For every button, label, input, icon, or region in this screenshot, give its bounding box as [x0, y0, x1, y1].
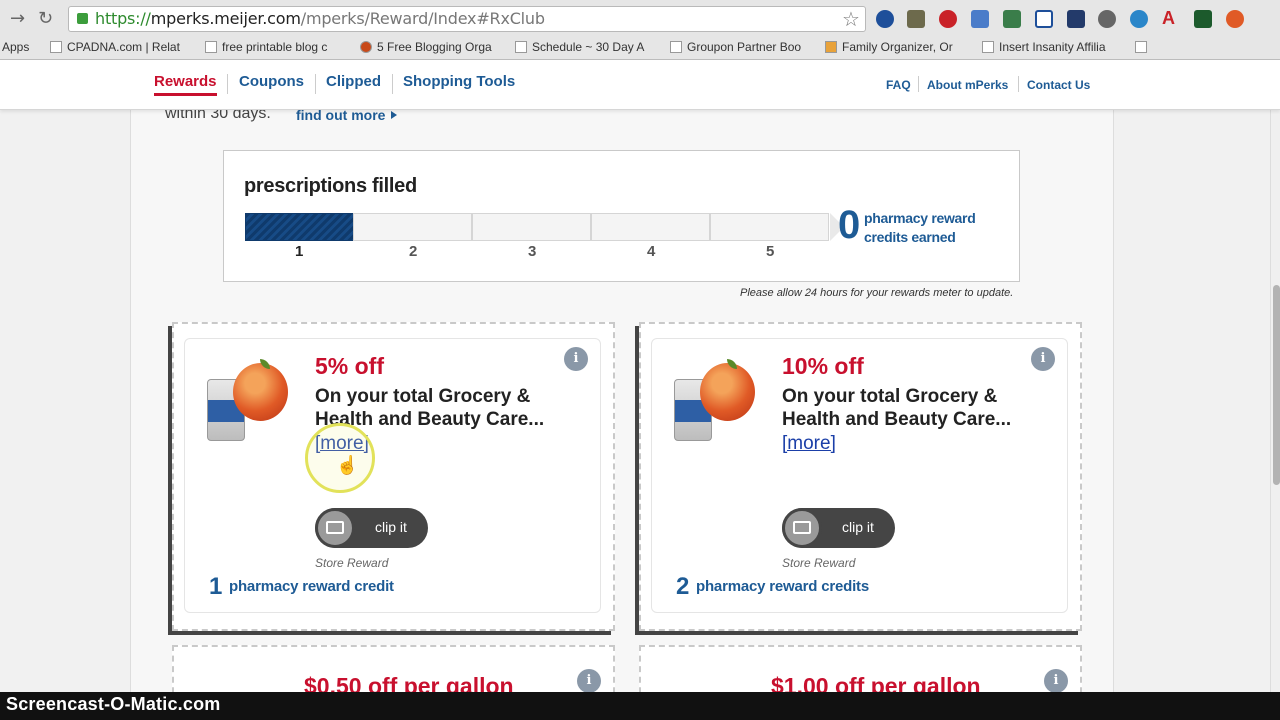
meter-step-label: 4	[647, 243, 656, 260]
faq-link[interactable]: FAQ	[886, 78, 911, 92]
page-icon	[515, 41, 527, 53]
coupon-title: 10% off	[782, 353, 864, 379]
credit-label: pharmacy reward credits	[696, 578, 869, 595]
credit-label: pharmacy reward credit	[229, 578, 394, 595]
meter-segment	[472, 213, 591, 241]
card-icon	[326, 521, 344, 534]
extension-icon[interactable]	[1067, 10, 1085, 28]
extension-icon[interactable]	[1130, 10, 1148, 28]
about-mperks-link[interactable]: About mPerks	[927, 78, 1008, 92]
meter-step-label: 2	[409, 243, 418, 260]
bookmark-item[interactable]	[1135, 40, 1152, 54]
favicon-icon	[205, 41, 217, 53]
more-link[interactable]: [more]	[782, 433, 836, 455]
tab-rewards[interactable]: Rewards	[154, 73, 217, 96]
meter-update-note: Please allow 24 hours for your rewards m…	[740, 287, 1014, 299]
font-extension-icon[interactable]: A	[1162, 8, 1180, 28]
hand-cursor-icon: ☝	[336, 455, 359, 475]
bookmark-item[interactable]: CPADNA.com | Relat	[50, 40, 180, 54]
favicon-icon	[50, 41, 62, 53]
credit-count: 1	[209, 573, 223, 600]
coupon-title: 5% off	[315, 353, 384, 379]
info-icon[interactable]: i	[1031, 347, 1055, 371]
extension-icon[interactable]	[1003, 10, 1021, 28]
meter-segment	[710, 213, 829, 241]
bookmark-item[interactable]: 5 Free Blogging Orga	[360, 40, 492, 54]
product-image	[205, 359, 290, 444]
page-icon	[982, 41, 994, 53]
meter-step-label: 5	[766, 243, 775, 260]
scrollbar[interactable]	[1270, 60, 1280, 720]
tab-shopping-tools[interactable]: Shopping Tools	[403, 73, 515, 90]
url-bar[interactable]: https://mperks.meijer.com/mperks/Reward/…	[68, 6, 866, 32]
link-divider	[918, 76, 919, 92]
lock-icon	[77, 13, 88, 24]
clip-it-button[interactable]: clip it	[782, 508, 895, 548]
tab-divider	[227, 74, 228, 94]
info-icon[interactable]: i	[1044, 669, 1068, 693]
bookmark-item[interactable]: Family Organizer, Or	[825, 40, 953, 54]
store-reward-label: Store Reward	[782, 556, 856, 570]
page-icon	[670, 41, 682, 53]
progress-meter	[245, 213, 844, 241]
checkbox-extension-icon[interactable]	[1035, 10, 1053, 28]
watermark-bar: Screencast-O-Matic.com	[0, 692, 1280, 720]
meter-step-label: 3	[528, 243, 537, 260]
bookmark-item[interactable]: Insert Insanity Affilia	[982, 40, 1106, 54]
favicon-icon	[360, 41, 372, 53]
card-icon	[793, 521, 811, 534]
stumbleupon-icon[interactable]	[1226, 10, 1244, 28]
browser-toolbar: → ↻ https://mperks.meijer.com/mperks/Rew…	[0, 0, 1280, 36]
info-icon[interactable]: i	[577, 669, 601, 693]
meter-step-label: 1	[295, 243, 304, 260]
clip-it-button[interactable]: clip it	[315, 508, 428, 548]
tab-divider	[315, 74, 316, 94]
rewards-meter: prescriptions filled 1 2 3 4 5 0 pharmac…	[223, 150, 1020, 282]
pinterest-icon[interactable]	[939, 10, 957, 28]
watermark-text: Screencast-O-Matic.com	[6, 694, 221, 714]
forward-icon[interactable]: →	[10, 8, 25, 29]
extension-icon[interactable]	[1098, 10, 1116, 28]
arrow-right-icon	[391, 111, 398, 119]
bookmark-item[interactable]: Groupon Partner Boo	[670, 40, 801, 54]
link-divider	[1018, 76, 1019, 92]
credits-earned-label: pharmacy reward credits earned	[864, 210, 976, 245]
page-icon	[1135, 41, 1147, 53]
coupon-description: On your total Grocery & Health and Beaut…	[782, 386, 1012, 430]
store-reward-label: Store Reward	[315, 556, 389, 570]
scrollbar-thumb[interactable]	[1273, 285, 1280, 485]
meter-segment	[353, 213, 472, 241]
meter-title: prescriptions filled	[244, 175, 417, 197]
bookmark-item[interactable]: Schedule ~ 30 Day A	[515, 40, 644, 54]
site-nav: Rewards Coupons Clipped Shopping Tools F…	[0, 60, 1280, 110]
bookmark-apps[interactable]: Apps	[2, 40, 29, 54]
tab-clipped[interactable]: Clipped	[326, 73, 381, 90]
bookmarks-bar: Apps CPADNA.com | Relat free printable b…	[0, 36, 1280, 60]
credits-earned-count: 0	[838, 203, 861, 247]
contact-us-link[interactable]: Contact Us	[1027, 78, 1090, 92]
bookmark-item[interactable]: free printable blog c	[205, 40, 327, 54]
product-image	[672, 359, 757, 444]
coupon-card: i 5% off On your total Grocery & Health …	[172, 322, 615, 631]
coupon-description: On your total Grocery & Health and Beaut…	[315, 386, 545, 430]
extension-icon[interactable]	[876, 10, 894, 28]
tab-divider	[392, 74, 393, 94]
meter-segment	[591, 213, 710, 241]
extension-icon[interactable]	[971, 10, 989, 28]
info-icon[interactable]: i	[564, 347, 588, 371]
coupon-card: i 10% off On your total Grocery & Health…	[639, 322, 1082, 631]
favicon-icon	[825, 41, 837, 53]
meter-segment-filled	[245, 213, 364, 241]
bookmark-star-icon[interactable]: ☆	[842, 7, 860, 32]
extension-icon[interactable]	[1194, 10, 1212, 28]
credit-count: 2	[676, 573, 690, 600]
reload-icon[interactable]: ↻	[38, 8, 53, 29]
tab-coupons[interactable]: Coupons	[239, 73, 304, 90]
extension-icon[interactable]	[907, 10, 925, 28]
